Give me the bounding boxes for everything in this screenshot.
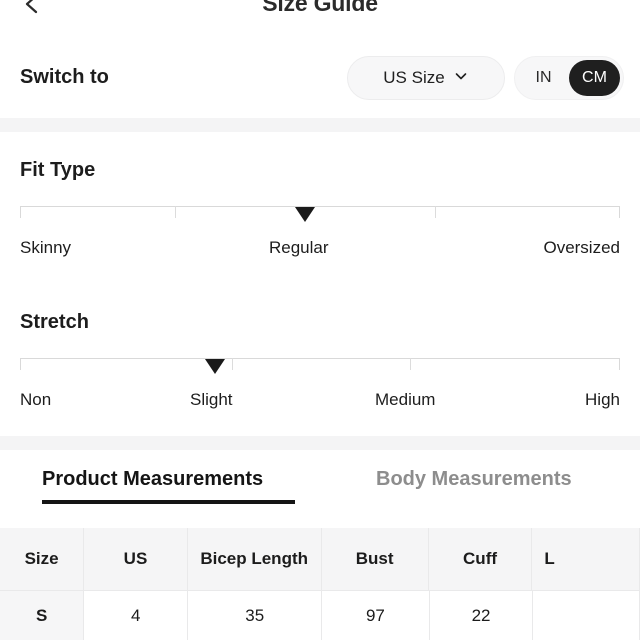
table-cell-size: S [0,591,85,640]
measurements-table[interactable]: Size US Bicep Length Bust Cuff L S 4 35 … [0,528,640,640]
table-header-us: US [84,528,188,591]
switch-to-row: Switch to US Size IN CM [0,56,640,104]
table-cell-bicep-length: 35 [188,591,323,640]
size-guide-screen: Size Guide Switch to US Size IN CM Fit T… [0,0,640,640]
stretch-label-high: High [585,390,620,409]
fit-type-tick-0 [20,206,21,218]
table-cell-us: 4 [84,591,189,640]
section-divider-bottom [0,436,640,450]
stretch-label-slight: Slight [190,390,233,409]
table-header-size: Size [0,528,85,591]
stretch-tick-2 [410,358,411,370]
table-cell-cuff: 22 [429,591,534,640]
fit-type-marker [295,207,315,222]
stretch-labels: Non Slight Medium High [20,390,620,414]
table-cell-length [533,591,640,640]
stretch-marker [205,359,225,374]
table-header-cuff: Cuff [428,528,533,591]
size-system-dropdown[interactable]: US Size [347,56,505,100]
tab-body-measurements[interactable]: Body Measurements [376,468,572,491]
fit-type-axis [20,206,620,207]
fit-type-label-regular: Regular [269,238,329,257]
measurement-tabs: Product Measurements Body Measurements [0,468,640,520]
fit-type-tick-1 [175,206,176,218]
table-row[interactable]: S 4 35 97 22 [0,591,640,640]
table-cell-bust: 97 [322,591,430,640]
table-header-bicep-length: Bicep Length [187,528,322,591]
table-header-bust: Bust [321,528,429,591]
fit-type-tick-3 [619,206,620,218]
fit-type-label-skinny: Skinny [20,238,72,257]
fit-type-tick-2 [435,206,436,218]
switch-to-label: Switch to [20,66,109,88]
page-title: Size Guide [262,0,378,16]
section-divider-top [0,118,640,132]
unit-toggle[interactable]: IN CM [514,56,624,100]
stretch-heading: Stretch [20,311,89,333]
stretch-axis [20,358,620,359]
stretch-tick-3 [619,358,620,370]
unit-option-cm[interactable]: CM [569,60,620,96]
fit-type-labels: Skinny Regular Oversized [20,238,620,262]
fit-type-label-oversized: Oversized [543,238,620,257]
tab-active-indicator [42,500,295,504]
fit-type-scale[interactable] [20,206,620,228]
fit-type-heading: Fit Type [20,159,96,181]
unit-option-in[interactable]: IN [518,60,569,96]
chevron-down-icon [453,68,469,89]
stretch-label-non: Non [20,390,52,409]
size-system-value: US Size [383,68,445,87]
table-header-length: L [532,528,640,591]
stretch-scale[interactable] [20,358,620,380]
table-header-row: Size US Bicep Length Bust Cuff L [0,528,640,591]
stretch-tick-1 [232,358,233,370]
app-header: Size Guide [0,0,640,24]
stretch-tick-0 [20,358,21,370]
tab-product-measurements[interactable]: Product Measurements [42,468,263,491]
stretch-label-medium: Medium [375,390,436,409]
